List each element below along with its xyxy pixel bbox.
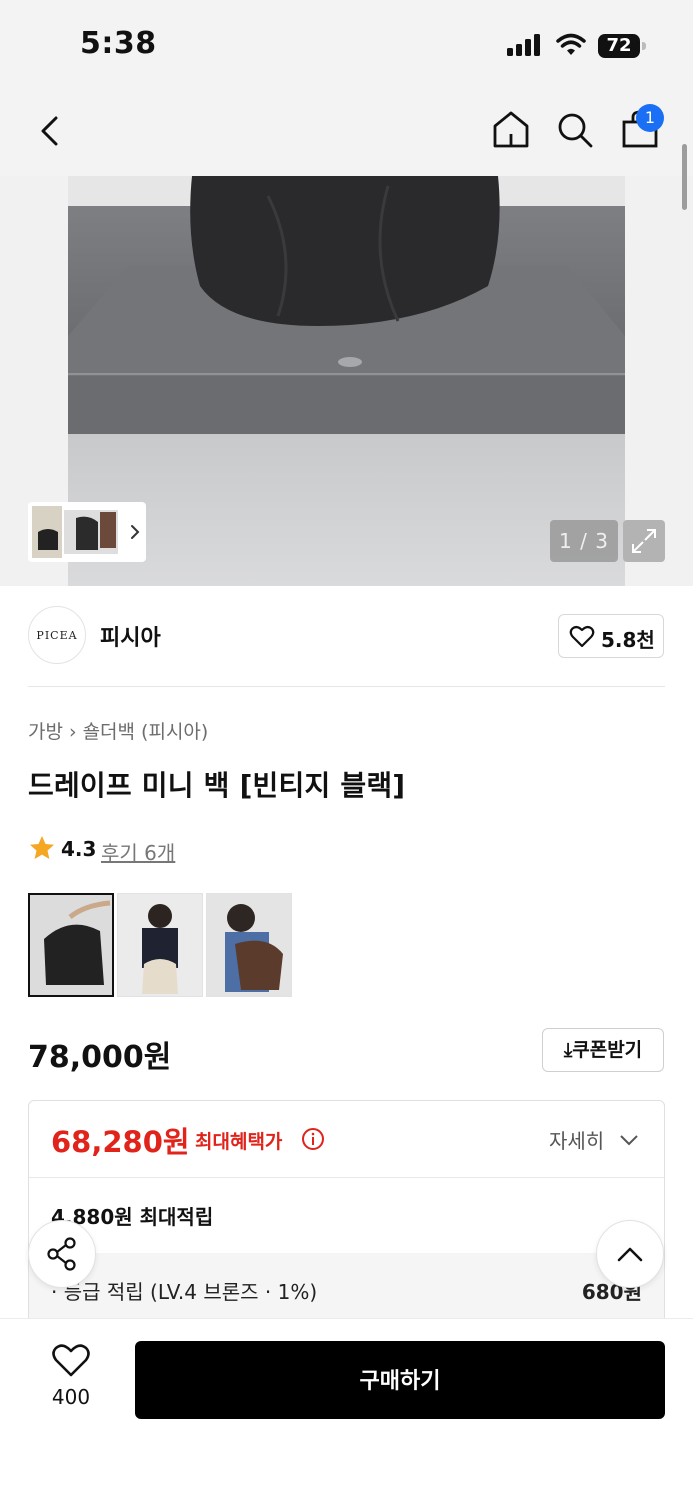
brand-name[interactable]: 피시아 (100, 620, 161, 652)
star-icon (30, 836, 54, 859)
wishlist-count: 400 (51, 1385, 91, 1409)
brand-like-button[interactable]: 5.8천 (558, 614, 664, 658)
tier-points-label: · 등급 적립 (LV.4 브론즈 · 1%) (51, 1280, 318, 1304)
heart-icon (569, 625, 595, 648)
status-time: 5:38 (80, 26, 157, 61)
chevron-up-icon (617, 1247, 643, 1262)
coupon-download-button[interactable]: ⤓쿠폰받기 (542, 1028, 664, 1072)
variant-thumbnail[interactable] (206, 893, 292, 997)
share-icon (47, 1237, 76, 1271)
signal-icon (507, 34, 540, 56)
gallery-thumbnails (32, 506, 140, 558)
review-count-link[interactable]: 후기 6개 (101, 837, 175, 866)
coupon-label: 쿠폰받기 (572, 1039, 643, 1061)
cart-count-badge: 1 (636, 104, 664, 132)
expand-icon (632, 529, 656, 553)
search-icon[interactable] (555, 110, 595, 150)
battery-level: 72 (598, 34, 640, 58)
brand-logo[interactable]: PICEA (28, 606, 86, 664)
download-icon: ⤓ (563, 1039, 573, 1061)
variant-thumbnail[interactable] (28, 893, 114, 997)
breadcrumb-subcategory[interactable]: 숄더백 (피시아) (83, 721, 209, 743)
variant-image-ivory (118, 894, 202, 996)
chevron-right-icon: › (68, 721, 77, 743)
variant-image-brown (207, 894, 291, 996)
breadcrumb: 가방 › 숄더백 (피시아) (28, 717, 208, 744)
info-icon[interactable] (301, 1127, 325, 1151)
variant-thumbnail[interactable] (117, 893, 203, 997)
best-benefit-price: 68,280원 (51, 1125, 190, 1159)
buy-button[interactable]: 구매하기 (135, 1341, 665, 1419)
best-benefit-label: 최대혜택가 (195, 1131, 283, 1153)
gallery-thumbnail-strip[interactable] (28, 502, 146, 562)
top-nav (0, 90, 693, 176)
battery-icon: 72 (598, 34, 646, 58)
divider (29, 1177, 664, 1178)
home-icon[interactable] (490, 108, 532, 150)
product-title: 드레이프 미니 백 [빈티지 블랙] (28, 769, 406, 802)
product-photo (68, 176, 625, 586)
back-arrow-icon[interactable] (30, 106, 70, 156)
breadcrumb-category[interactable]: 가방 (28, 721, 63, 743)
status-bar: 5:38 72 (0, 0, 693, 90)
page-scrollbar[interactable] (682, 144, 687, 210)
rating-score: 4.3 (61, 837, 97, 861)
wifi-icon (556, 33, 586, 55)
brand-like-count: 5.8천 (601, 628, 655, 652)
original-price: 78,000원 (28, 1040, 172, 1075)
share-button[interactable] (28, 1220, 96, 1288)
benefit-detail-toggle[interactable]: 자세히 (549, 1125, 604, 1154)
bottom-action-bar: 400 구매하기 (0, 1318, 693, 1500)
heart-icon (52, 1344, 90, 1377)
chevron-down-icon[interactable] (619, 1133, 639, 1147)
divider (28, 686, 665, 687)
scroll-to-top-button[interactable] (596, 1220, 664, 1288)
fullscreen-button[interactable] (623, 520, 665, 562)
variant-image-black (30, 895, 112, 995)
gallery-pager: 1 / 3 (550, 520, 618, 562)
wishlist-button[interactable] (48, 1343, 94, 1423)
